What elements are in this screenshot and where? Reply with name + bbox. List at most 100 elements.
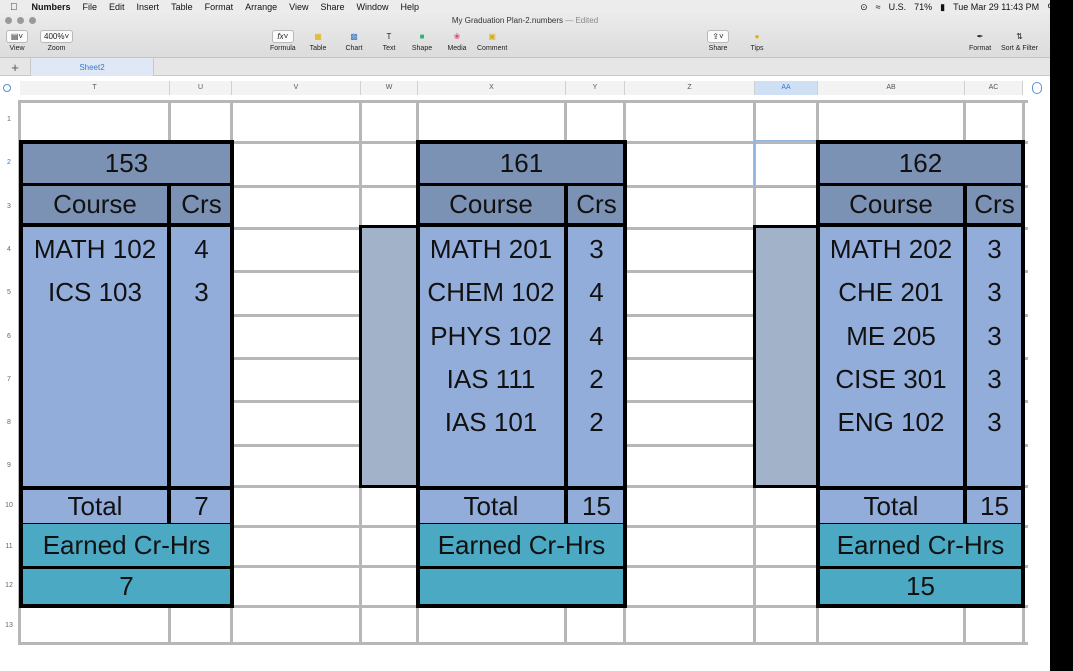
course-name[interactable]: PHYS 102 [416, 321, 566, 352]
course-credits[interactable]: 3 [566, 234, 627, 265]
row-header-13[interactable]: 13 [0, 622, 18, 629]
course-name[interactable]: MATH 102 [19, 234, 171, 265]
course-credits[interactable]: 3 [964, 321, 1025, 352]
earned-label[interactable]: Earned Cr-Hrs [816, 524, 1025, 566]
row-header-10[interactable]: 10 [0, 502, 18, 509]
course-name[interactable]: MATH 202 [816, 234, 966, 265]
menu-arrange[interactable]: Arrange [239, 2, 283, 12]
crs-header[interactable]: Crs [169, 189, 234, 220]
total-label[interactable]: Total [816, 491, 966, 522]
bluetooth-icon[interactable]: ⊙ [860, 2, 868, 13]
row-header-1[interactable]: 1 [0, 116, 18, 123]
column-header-aa[interactable]: AA [755, 81, 818, 95]
comment-control[interactable]: ▣ Comment [477, 30, 507, 52]
comment-button[interactable]: ▣ [481, 30, 503, 43]
format-control[interactable]: ✒ Format [969, 30, 991, 52]
menu-help[interactable]: Help [395, 2, 426, 12]
formula-button[interactable]: fx˅ [271, 30, 294, 43]
add-sheet-button[interactable]: + [4, 58, 26, 76]
course-name[interactable]: CHE 201 [816, 277, 966, 308]
course-name[interactable]: ME 205 [816, 321, 966, 352]
semester-code[interactable]: 161 [416, 140, 627, 187]
course-credits[interactable]: 3 [964, 364, 1025, 395]
course-credits[interactable]: 4 [566, 277, 627, 308]
column-header-ab[interactable]: AB [818, 81, 965, 95]
row-header-11[interactable]: 11 [0, 543, 18, 550]
row-header-6[interactable]: 6 [0, 333, 18, 340]
total-label[interactable]: Total [19, 491, 171, 522]
course-header[interactable]: Course [19, 189, 171, 220]
column-header-u[interactable]: U [170, 81, 232, 95]
semester-code[interactable]: 162 [816, 140, 1025, 187]
clock[interactable]: Tue Mar 29 11:43 PM [953, 2, 1039, 12]
course-credits[interactable]: 2 [566, 364, 627, 395]
row-header-12[interactable]: 12 [0, 582, 18, 589]
battery-icon[interactable]: ▮ [940, 2, 945, 13]
zoom-control[interactable]: 400% ˅ Zoom [40, 30, 74, 52]
spotlight-icon[interactable]: ⚲ [1047, 2, 1050, 13]
earned-value[interactable] [416, 566, 627, 608]
course-name[interactable]: CISE 301 [816, 364, 966, 395]
menu-edit[interactable]: Edit [103, 2, 131, 12]
course-credits[interactable]: 4 [169, 234, 234, 265]
earned-value[interactable]: 15 [816, 566, 1025, 608]
tab-sheet2[interactable]: Sheet2 [30, 58, 154, 76]
zoom-select[interactable]: 400% ˅ [40, 30, 74, 43]
table-button[interactable]: ▦ [307, 30, 329, 43]
menu-view[interactable]: View [283, 2, 314, 12]
format-button[interactable]: ✒ [969, 30, 991, 43]
tips-control[interactable]: ● Tips [746, 30, 768, 52]
column-header-v[interactable]: V [232, 81, 361, 95]
shape-control[interactable]: ■ Shape [411, 30, 433, 52]
semester-code[interactable]: 153 [19, 140, 234, 187]
menu-app-name[interactable]: Numbers [26, 2, 77, 12]
course-name[interactable]: MATH 201 [416, 234, 566, 265]
row-header-8[interactable]: 8 [0, 419, 18, 426]
course-credits[interactable]: 3 [964, 277, 1025, 308]
column-header-x[interactable]: X [418, 81, 566, 95]
row-header-3[interactable]: 3 [0, 203, 18, 210]
share-control[interactable]: ⇪˅ Share [707, 30, 729, 52]
text-control[interactable]: T Text [378, 30, 400, 52]
course-name[interactable]: ICS 103 [19, 277, 171, 308]
table-control[interactable]: ▦ Table [307, 30, 329, 52]
course-header[interactable]: Course [816, 189, 966, 220]
share-button[interactable]: ⇪˅ [707, 30, 729, 43]
menu-insert[interactable]: Insert [131, 2, 166, 12]
total-value[interactable]: 7 [169, 491, 234, 522]
menu-table[interactable]: Table [165, 2, 199, 12]
chart-control[interactable]: ▩ Chart [343, 30, 365, 52]
row-header-9[interactable]: 9 [0, 462, 18, 469]
formula-control[interactable]: fx˅ Formula [270, 30, 296, 52]
row-header-2[interactable]: 2 [0, 159, 18, 166]
column-header-w[interactable]: W [361, 81, 418, 95]
row-header-7[interactable]: 7 [0, 376, 18, 383]
selected-cell-aa2[interactable] [754, 140, 818, 188]
course-credits[interactable]: 2 [566, 407, 627, 438]
course-name[interactable]: IAS 111 [416, 364, 566, 395]
shape-button[interactable]: ■ [411, 30, 433, 43]
course-name[interactable]: CHEM 102 [416, 277, 566, 308]
earned-value[interactable]: 7 [19, 566, 234, 608]
column-header-z[interactable]: Z [625, 81, 755, 95]
total-value[interactable]: 15 [964, 491, 1025, 522]
total-value[interactable]: 15 [566, 491, 627, 522]
sort-filter-control[interactable]: ⇅ Sort & Filter [1001, 30, 1038, 52]
media-control[interactable]: ❀ Media [446, 30, 468, 52]
wifi-icon[interactable]: ≈ [876, 2, 881, 12]
earned-label[interactable]: Earned Cr-Hrs [416, 524, 627, 566]
course-credits[interactable]: 3 [964, 407, 1025, 438]
crs-header[interactable]: Crs [964, 189, 1025, 220]
column-header-y[interactable]: Y [566, 81, 625, 95]
row-header-5[interactable]: 5 [0, 289, 18, 296]
column-header-t[interactable]: T [20, 81, 170, 95]
course-name[interactable]: IAS 101 [416, 407, 566, 438]
view-control[interactable]: ▤˅ View [6, 30, 28, 52]
earned-label[interactable]: Earned Cr-Hrs [19, 524, 234, 566]
column-header-ac[interactable]: AC [965, 81, 1023, 95]
menu-file[interactable]: File [77, 2, 104, 12]
menu-window[interactable]: Window [351, 2, 395, 12]
text-button[interactable]: T [378, 30, 400, 43]
apple-icon[interactable]:  [0, 2, 26, 13]
tips-button[interactable]: ● [746, 30, 768, 43]
